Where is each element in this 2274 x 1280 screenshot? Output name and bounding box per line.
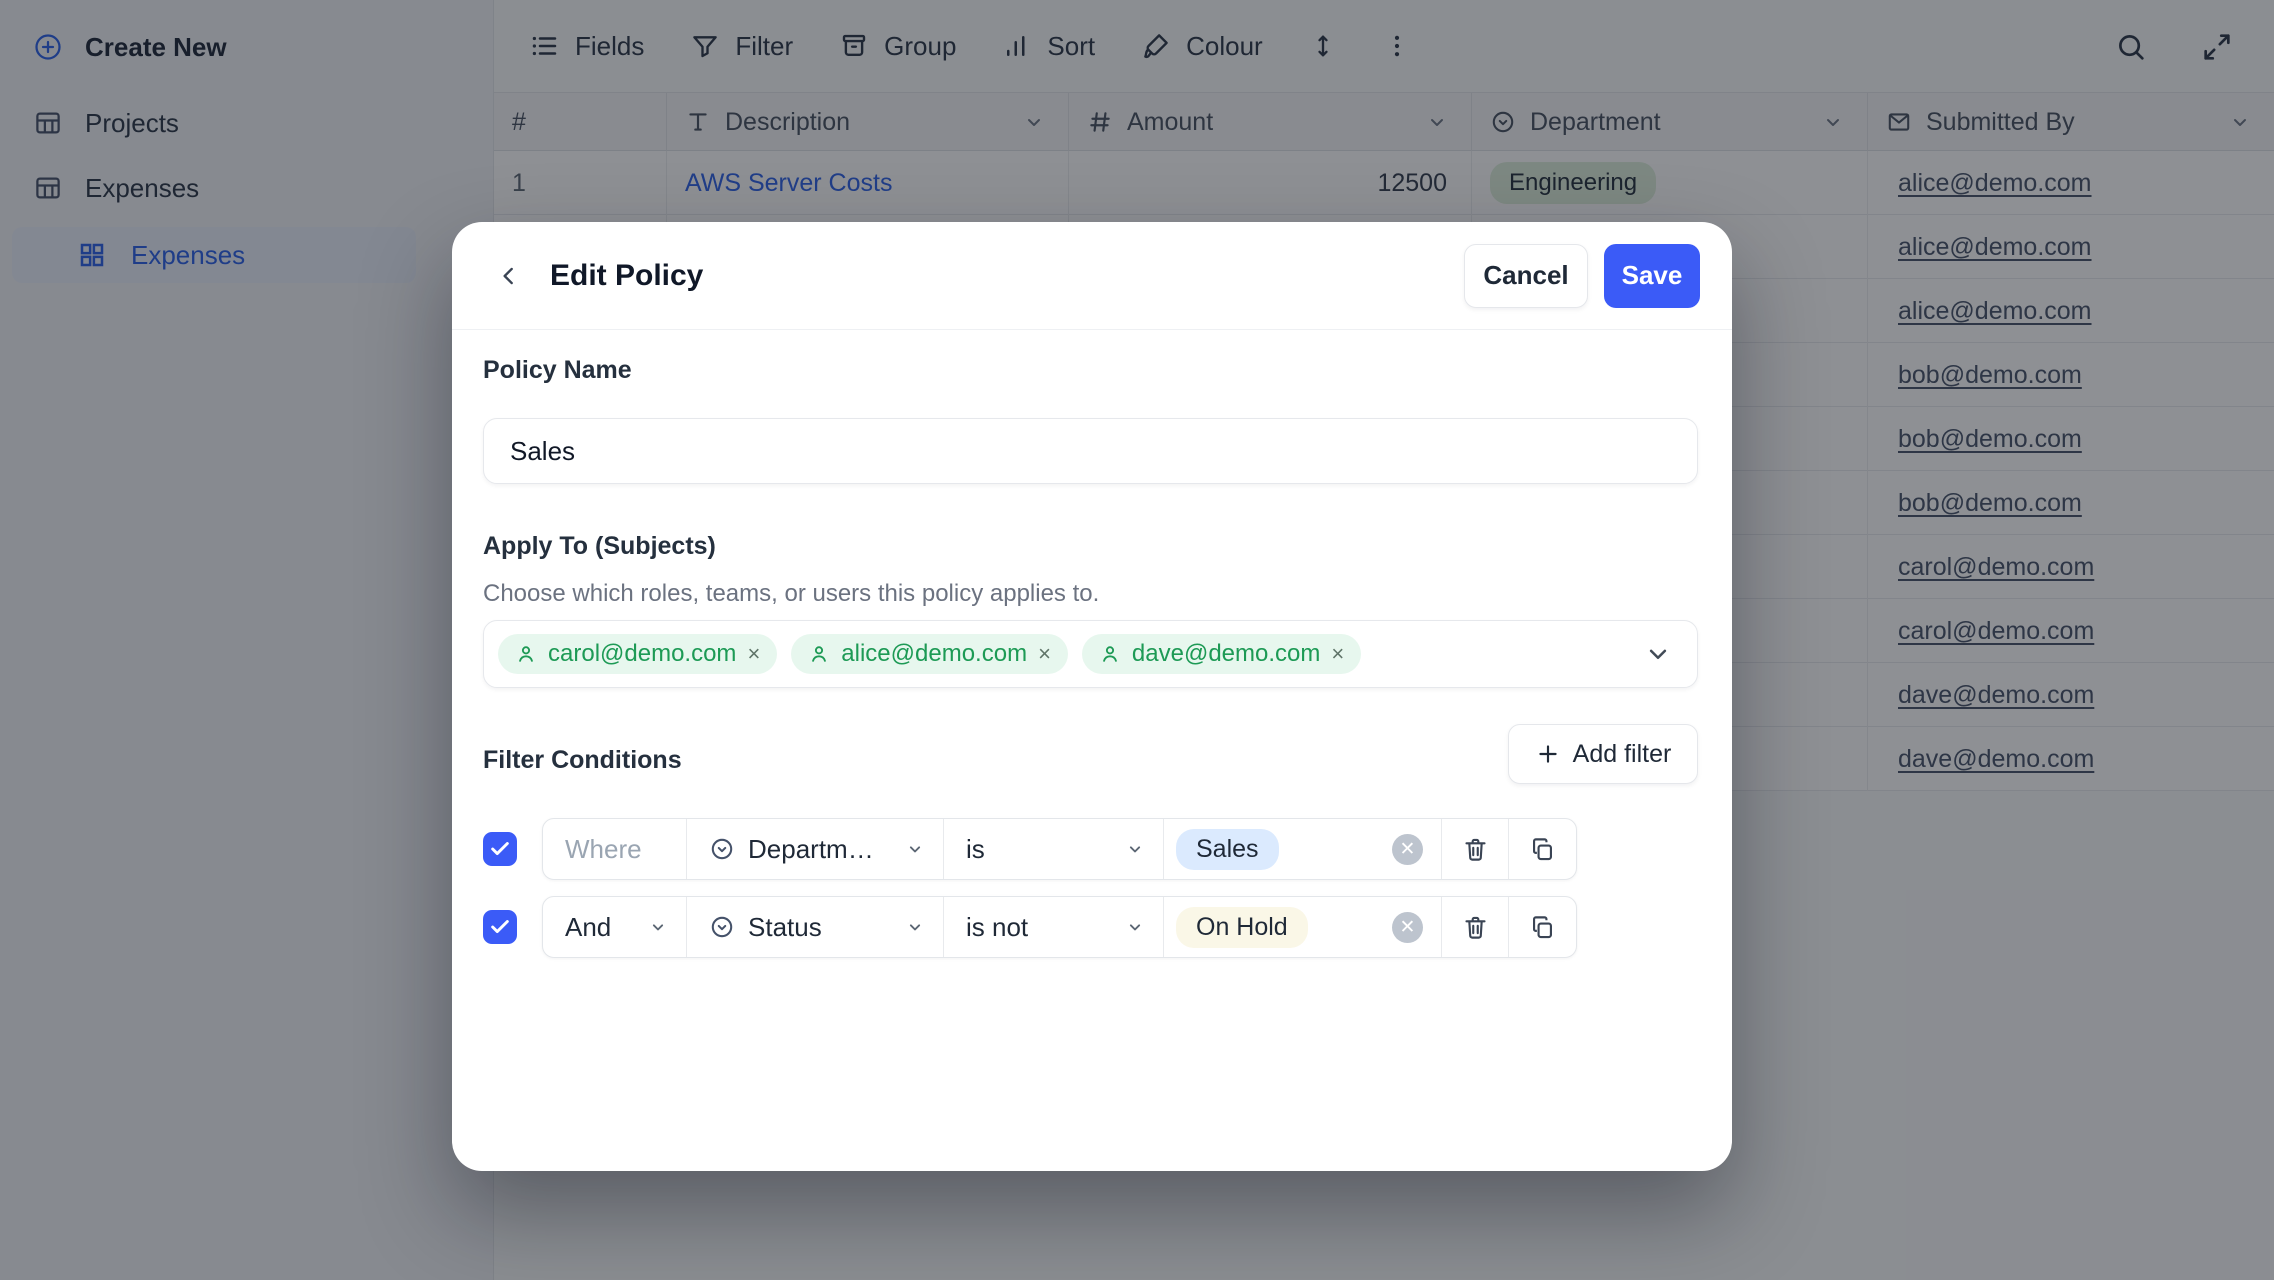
filter-condition-group: And Status is not On Hold ✕ [542,896,1577,958]
chevron-down-icon [905,917,925,937]
chevron-down-icon [905,839,925,859]
trash-icon [1462,836,1489,863]
value-select[interactable]: Sales ✕ [1164,819,1442,879]
filter-checkbox[interactable] [483,832,517,866]
duplicate-filter-button[interactable] [1509,897,1576,957]
plus-icon [1535,741,1561,767]
remove-subject-icon[interactable]: × [747,641,760,667]
person-icon [515,643,537,665]
cancel-button[interactable]: Cancel [1464,244,1588,308]
remove-subject-icon[interactable]: × [1331,641,1344,667]
field-value: Status [748,912,822,943]
policy-name-input[interactable]: Sales [483,418,1698,484]
person-icon [1099,643,1121,665]
subject-chip: carol@demo.com × [498,634,777,674]
value-pill: On Hold [1176,907,1308,948]
conjunction-select[interactable]: And [543,897,687,957]
filter-row: And Status is not On Hold ✕ [483,896,1643,958]
value-select[interactable]: On Hold ✕ [1164,897,1442,957]
conjunction-text: Where [565,834,642,865]
operator-value: is not [966,912,1028,943]
field-value: Departm… [748,834,874,865]
filter-conditions-label: Filter Conditions [483,746,682,775]
value-pill: Sales [1176,829,1279,870]
subject-chip: dave@demo.com × [1082,634,1361,674]
delete-filter-button[interactable] [1442,819,1509,879]
conjunction-text: And [565,912,611,943]
field-select[interactable]: Status [687,897,944,957]
modal-actions: Cancel Save [1464,244,1700,308]
chevron-down-icon[interactable] [1643,639,1673,669]
subject-label: dave@demo.com [1132,640,1320,668]
operator-select[interactable]: is not [944,897,1164,957]
subject-label: alice@demo.com [841,640,1027,668]
copy-icon [1529,914,1556,941]
clear-value-icon[interactable]: ✕ [1392,834,1423,865]
app-root: Create New Projects Expenses Expenses [0,0,2274,1280]
operator-value: is [966,834,985,865]
edit-policy-modal: Edit Policy Cancel Save Policy Name Sale… [452,222,1732,1171]
apply-to-label: Apply To (Subjects) [483,532,716,561]
operator-select[interactable]: is [944,819,1164,879]
chevron-down-icon [1125,917,1145,937]
save-button[interactable]: Save [1604,244,1700,308]
filter-checkbox[interactable] [483,910,517,944]
policy-name-label: Policy Name [483,356,632,385]
filter-row: Where Departm… is Sales ✕ [483,818,1643,880]
duplicate-filter-button[interactable] [1509,819,1576,879]
chevron-down-icon [648,917,668,937]
chevron-down-icon [1125,839,1145,859]
modal-header: Edit Policy Cancel Save [452,222,1732,330]
policy-name-value: Sales [510,436,575,467]
apply-to-hint: Choose which roles, teams, or users this… [483,580,1099,608]
trash-icon [1462,914,1489,941]
conjunction-label: Where [543,819,687,879]
circle-chevron-icon [709,836,735,862]
add-filter-button[interactable]: Add filter [1508,724,1698,784]
field-select[interactable]: Departm… [687,819,944,879]
person-icon [808,643,830,665]
back-icon[interactable] [496,263,522,289]
subject-chip: alice@demo.com × [791,634,1068,674]
copy-icon [1529,836,1556,863]
remove-subject-icon[interactable]: × [1038,641,1051,667]
modal-title: Edit Policy [550,259,703,293]
filter-condition-group: Where Departm… is Sales ✕ [542,818,1577,880]
subjects-multiselect[interactable]: carol@demo.com × alice@demo.com × dave@d… [483,620,1698,688]
delete-filter-button[interactable] [1442,897,1509,957]
circle-chevron-icon [709,914,735,940]
clear-value-icon[interactable]: ✕ [1392,912,1423,943]
subject-label: carol@demo.com [548,640,736,668]
add-filter-label: Add filter [1573,740,1672,769]
